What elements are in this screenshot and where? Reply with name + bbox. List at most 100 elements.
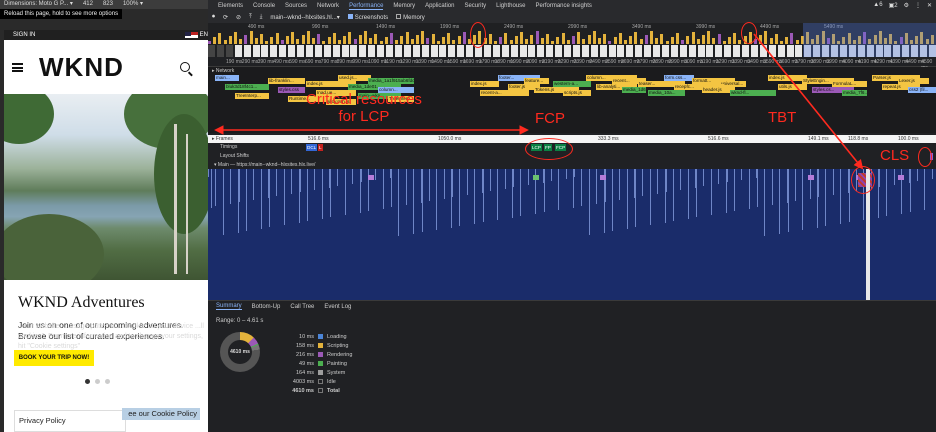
main-thread-task[interactable] bbox=[779, 169, 781, 234]
network-request[interactable]: wknd-fl... bbox=[730, 90, 776, 96]
main-thread-task[interactable] bbox=[208, 169, 209, 177]
frame-duration[interactable]: 118.8 ms bbox=[848, 135, 868, 143]
network-request[interactable]: main... bbox=[215, 75, 239, 81]
main-thread-task[interactable] bbox=[787, 169, 789, 232]
main-thread-task[interactable] bbox=[710, 169, 712, 215]
main-thread-task[interactable] bbox=[687, 169, 689, 219]
main-thread-task[interactable] bbox=[504, 169, 506, 189]
record-icon[interactable]: ⏺ bbox=[212, 14, 215, 21]
main-thread-task[interactable] bbox=[382, 169, 384, 209]
network-request[interactable]: scripts.js bbox=[563, 90, 591, 96]
hamburger-menu-icon[interactable] bbox=[12, 62, 23, 72]
device-zoom-select[interactable]: 100% ▾ bbox=[123, 0, 143, 9]
main-thread-task[interactable] bbox=[726, 169, 728, 182]
frames-track[interactable]: ▸ Frames 516.6 ms 1050.0 ms 333.3 ms 516.6 … bbox=[208, 135, 936, 143]
main-thread-task[interactable] bbox=[672, 169, 674, 221]
network-request[interactable]: lib-franklin... bbox=[268, 78, 305, 84]
main-thread-task[interactable] bbox=[314, 169, 316, 190]
network-track-label[interactable]: ▸ Network bbox=[212, 68, 234, 74]
overview-selection[interactable] bbox=[803, 23, 936, 57]
download-icon[interactable]: ⤓ bbox=[260, 14, 263, 21]
main-thread-task[interactable] bbox=[211, 169, 213, 208]
main-thread-task[interactable] bbox=[771, 169, 773, 205]
main-thread-task[interactable] bbox=[574, 169, 575, 177]
main-thread-task[interactable] bbox=[680, 169, 682, 190]
tab-security[interactable]: Security bbox=[464, 3, 486, 9]
main-thread-task[interactable] bbox=[581, 169, 583, 206]
main-thread-task[interactable] bbox=[474, 169, 476, 224]
main-thread-header[interactable]: ▾ Main — https://main--wknd--hlxsites.hl… bbox=[208, 161, 936, 169]
main-thread-task[interactable] bbox=[428, 169, 430, 201]
language-selector[interactable]: EN bbox=[184, 30, 208, 40]
main-thread-event[interactable] bbox=[808, 175, 814, 180]
main-thread-task[interactable] bbox=[604, 169, 606, 202]
main-thread-task[interactable] bbox=[733, 169, 735, 211]
main-thread-task[interactable] bbox=[291, 169, 293, 194]
main-thread-task[interactable] bbox=[931, 169, 933, 179]
main-thread-task[interactable] bbox=[436, 169, 438, 230]
main-thread-task[interactable] bbox=[421, 169, 423, 232]
network-request[interactable]: media_10a... bbox=[648, 90, 685, 96]
devtools-status-icon[interactable]: ▲6 bbox=[873, 2, 882, 9]
details-tab-summary[interactable]: Summary bbox=[216, 303, 242, 310]
network-request[interactable]: form.css... bbox=[664, 75, 694, 81]
timeline-overview[interactable]: 490 ms 990 ms 1490 ms 1990 ms 2490 ms 2990 ms… bbox=[208, 23, 936, 57]
frame-duration[interactable]: 516.6 ms bbox=[708, 135, 729, 143]
network-request[interactable]: css2 (fil... bbox=[908, 87, 936, 93]
main-thread-task[interactable] bbox=[321, 169, 323, 219]
main-thread-task[interactable] bbox=[757, 169, 758, 207]
main-thread-task[interactable] bbox=[802, 169, 804, 230]
frame-duration[interactable]: 516.6 ms bbox=[308, 135, 329, 143]
network-request[interactable]: media_7f6... bbox=[842, 90, 867, 96]
devtools-status-icon[interactable]: ⚙ bbox=[904, 2, 909, 9]
main-thread-task[interactable] bbox=[657, 169, 659, 194]
main-thread-task[interactable] bbox=[276, 169, 278, 196]
main-thread-task[interactable] bbox=[879, 169, 880, 187]
main-thread-event[interactable] bbox=[533, 175, 539, 180]
carousel-dot[interactable] bbox=[105, 379, 110, 384]
main-thread-task[interactable] bbox=[832, 169, 834, 195]
main-thread-task[interactable] bbox=[452, 169, 453, 197]
main-thread-task[interactable] bbox=[626, 169, 628, 229]
main-thread-task[interactable] bbox=[337, 169, 339, 186]
main-thread-task[interactable] bbox=[543, 169, 545, 212]
main-thread-task[interactable] bbox=[649, 169, 651, 225]
main-thread-task[interactable] bbox=[360, 169, 362, 182]
main-thread-task[interactable] bbox=[222, 169, 224, 235]
main-thread-task[interactable] bbox=[718, 169, 720, 184]
details-tab-bottom-up[interactable]: Bottom-Up bbox=[252, 304, 281, 310]
main-thread-task[interactable] bbox=[565, 169, 567, 179]
profile-select[interactable]: main--wknd--hlxsites.hl...▾ bbox=[270, 14, 339, 21]
timing-marker-l[interactable]: L bbox=[318, 144, 323, 151]
main-thread-task[interactable] bbox=[330, 169, 331, 217]
clear-icon[interactable]: ⊘ bbox=[236, 14, 241, 21]
tab-application[interactable]: Application bbox=[425, 3, 454, 9]
carousel-dot[interactable] bbox=[95, 379, 100, 384]
details-tab-event-log[interactable]: Event Log bbox=[324, 304, 351, 310]
main-thread-task[interactable] bbox=[818, 169, 819, 197]
main-thread-task[interactable] bbox=[809, 169, 811, 199]
main-thread-task[interactable] bbox=[459, 169, 461, 226]
main-thread-task[interactable] bbox=[848, 169, 850, 222]
main-thread-task[interactable] bbox=[520, 169, 522, 216]
device-dimensions-select[interactable]: Dimensions: Moto G P... ▾ bbox=[4, 0, 73, 9]
tab-performance-insights[interactable]: Performance insights bbox=[536, 3, 592, 9]
main-thread-task[interactable] bbox=[764, 169, 766, 236]
network-request[interactable]: bluk3d18f4c1... bbox=[225, 84, 269, 90]
main-thread-task[interactable] bbox=[253, 169, 255, 200]
frame-duration[interactable]: 1050.0 ms bbox=[438, 135, 461, 143]
main-thread-task[interactable] bbox=[741, 169, 743, 180]
main-thread-task[interactable] bbox=[558, 169, 560, 210]
tab-sources[interactable]: Sources bbox=[285, 3, 307, 9]
main-thread-task[interactable] bbox=[375, 169, 377, 180]
privacy-policy-link[interactable]: Privacy Policy bbox=[14, 410, 126, 432]
main-thread-task[interactable] bbox=[825, 169, 827, 226]
tab-elements[interactable]: Elements bbox=[218, 3, 243, 9]
main-thread-task[interactable] bbox=[924, 169, 926, 210]
main-thread-task[interactable] bbox=[344, 169, 346, 215]
frames-track-label[interactable]: ▸ Frames bbox=[212, 135, 233, 143]
main-thread-task[interactable] bbox=[513, 169, 514, 187]
main-thread-task[interactable] bbox=[391, 169, 392, 207]
main-thread-task[interactable] bbox=[794, 169, 796, 201]
layout-shifts-track[interactable]: Layout Shifts bbox=[208, 152, 936, 161]
